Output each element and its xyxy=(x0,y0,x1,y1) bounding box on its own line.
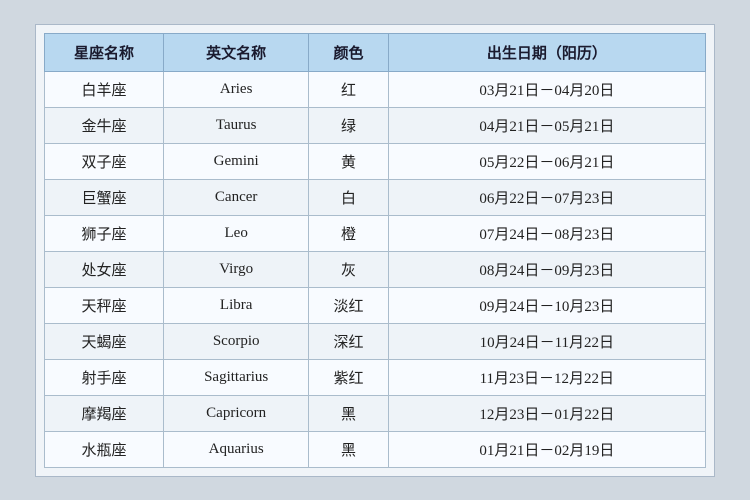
cell-color: 紫红 xyxy=(309,359,388,395)
header-english: 英文名称 xyxy=(163,33,308,71)
cell-chinese: 双子座 xyxy=(45,143,164,179)
cell-color: 橙 xyxy=(309,215,388,251)
header-chinese: 星座名称 xyxy=(45,33,164,71)
table-row: 处女座Virgo灰08月24日－09月23日 xyxy=(45,251,706,287)
cell-date: 09月24日－10月23日 xyxy=(388,287,705,323)
cell-color: 淡红 xyxy=(309,287,388,323)
table-row: 射手座Sagittarius紫红11月23日－12月22日 xyxy=(45,359,706,395)
cell-english: Cancer xyxy=(163,179,308,215)
table-row: 白羊座Aries红03月21日－04月20日 xyxy=(45,71,706,107)
header-color: 颜色 xyxy=(309,33,388,71)
cell-english: Virgo xyxy=(163,251,308,287)
zodiac-table-container: 星座名称 英文名称 颜色 出生日期（阳历） 白羊座Aries红03月21日－04… xyxy=(35,24,715,477)
cell-color: 红 xyxy=(309,71,388,107)
table-row: 金牛座Taurus绿04月21日－05月21日 xyxy=(45,107,706,143)
zodiac-table: 星座名称 英文名称 颜色 出生日期（阳历） 白羊座Aries红03月21日－04… xyxy=(44,33,706,468)
cell-color: 黑 xyxy=(309,431,388,467)
table-row: 天秤座Libra淡红09月24日－10月23日 xyxy=(45,287,706,323)
cell-english: Taurus xyxy=(163,107,308,143)
cell-chinese: 处女座 xyxy=(45,251,164,287)
cell-date: 05月22日－06月21日 xyxy=(388,143,705,179)
cell-date: 12月23日－01月22日 xyxy=(388,395,705,431)
cell-english: Leo xyxy=(163,215,308,251)
cell-color: 黄 xyxy=(309,143,388,179)
table-row: 水瓶座Aquarius黑01月21日－02月19日 xyxy=(45,431,706,467)
cell-chinese: 天蝎座 xyxy=(45,323,164,359)
cell-english: Libra xyxy=(163,287,308,323)
cell-date: 06月22日－07月23日 xyxy=(388,179,705,215)
cell-chinese: 金牛座 xyxy=(45,107,164,143)
table-row: 双子座Gemini黄05月22日－06月21日 xyxy=(45,143,706,179)
cell-english: Gemini xyxy=(163,143,308,179)
cell-date: 03月21日－04月20日 xyxy=(388,71,705,107)
cell-chinese: 白羊座 xyxy=(45,71,164,107)
cell-date: 11月23日－12月22日 xyxy=(388,359,705,395)
cell-date: 07月24日－08月23日 xyxy=(388,215,705,251)
table-row: 天蝎座Scorpio深红10月24日－11月22日 xyxy=(45,323,706,359)
cell-color: 黑 xyxy=(309,395,388,431)
cell-english: Scorpio xyxy=(163,323,308,359)
cell-color: 灰 xyxy=(309,251,388,287)
table-body: 白羊座Aries红03月21日－04月20日金牛座Taurus绿04月21日－0… xyxy=(45,71,706,467)
cell-color: 白 xyxy=(309,179,388,215)
cell-date: 08月24日－09月23日 xyxy=(388,251,705,287)
cell-date: 10月24日－11月22日 xyxy=(388,323,705,359)
cell-chinese: 狮子座 xyxy=(45,215,164,251)
cell-chinese: 水瓶座 xyxy=(45,431,164,467)
table-row: 狮子座Leo橙07月24日－08月23日 xyxy=(45,215,706,251)
table-row: 摩羯座Capricorn黑12月23日－01月22日 xyxy=(45,395,706,431)
table-row: 巨蟹座Cancer白06月22日－07月23日 xyxy=(45,179,706,215)
header-date: 出生日期（阳历） xyxy=(388,33,705,71)
cell-chinese: 摩羯座 xyxy=(45,395,164,431)
cell-date: 01月21日－02月19日 xyxy=(388,431,705,467)
cell-chinese: 射手座 xyxy=(45,359,164,395)
cell-english: Aries xyxy=(163,71,308,107)
cell-english: Capricorn xyxy=(163,395,308,431)
cell-english: Sagittarius xyxy=(163,359,308,395)
cell-color: 绿 xyxy=(309,107,388,143)
table-header-row: 星座名称 英文名称 颜色 出生日期（阳历） xyxy=(45,33,706,71)
cell-color: 深红 xyxy=(309,323,388,359)
cell-chinese: 巨蟹座 xyxy=(45,179,164,215)
cell-chinese: 天秤座 xyxy=(45,287,164,323)
cell-english: Aquarius xyxy=(163,431,308,467)
cell-date: 04月21日－05月21日 xyxy=(388,107,705,143)
